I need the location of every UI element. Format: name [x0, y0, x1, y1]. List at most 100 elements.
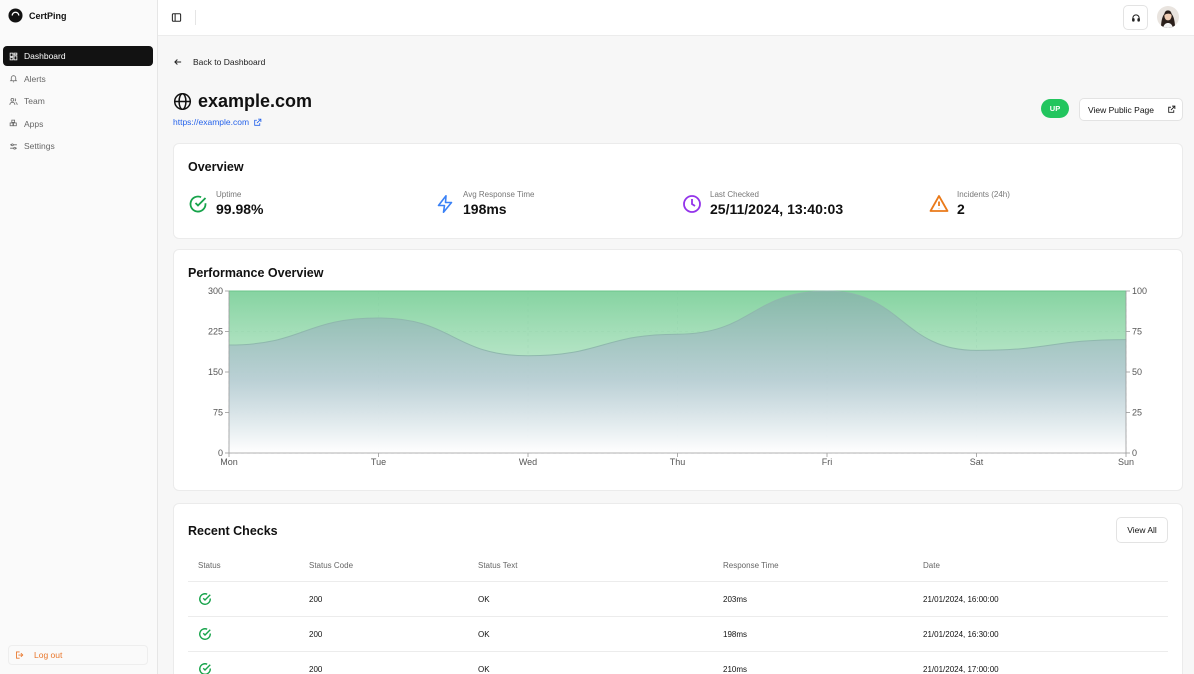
check-circle-icon	[199, 663, 211, 674]
recent-checks-card: Recent Checks View All Status Status Cod…	[173, 503, 1183, 674]
site-title-text: example.com	[198, 91, 313, 111]
sidebar-item-settings[interactable]: Settings	[3, 136, 153, 156]
support-button[interactable]	[1123, 5, 1148, 30]
headset-icon	[1131, 13, 1140, 22]
sidebar-item-label: Settings	[24, 141, 55, 151]
logout-button[interactable]: Log out	[8, 645, 148, 665]
overview-card: Overview Uptime 99.98% Avg Response Time…	[173, 143, 1183, 239]
check-circle-icon	[189, 195, 207, 212]
x-tick-label: Sat	[970, 457, 984, 467]
sidebar-toggle-icon[interactable]	[171, 12, 182, 23]
sidebar-item-label: Dashboard	[24, 51, 66, 61]
status-text: OK	[478, 664, 490, 674]
site-title: example.com	[173, 91, 312, 112]
warning-icon	[929, 194, 949, 212]
check-date: 21/01/2024, 16:30:00	[923, 629, 999, 639]
site-header: example.com https://example.com	[173, 91, 312, 127]
site-url-link[interactable]: https://example.com	[173, 117, 312, 127]
logout-icon	[16, 651, 24, 659]
x-tick-label: Fri	[822, 457, 833, 467]
metric-last-checked: Last Checked 25/11/2024, 13:40:03	[682, 190, 843, 217]
column-header: Status Text	[478, 561, 518, 570]
overview-title: Overview	[188, 160, 244, 174]
sidebar-item-alerts[interactable]: Alerts	[3, 69, 153, 89]
check-circle-icon	[199, 593, 211, 605]
column-header: Status	[198, 561, 221, 570]
globe-icon	[173, 92, 192, 111]
sidebar-item-label: Apps	[24, 118, 44, 129]
status-code: 200	[309, 629, 323, 639]
topbar-divider	[195, 10, 196, 25]
sidebar-nav: Dashboard Alerts Team Apps Settings	[3, 46, 153, 159]
top-bar	[158, 0, 1194, 36]
logo-icon	[8, 8, 23, 23]
y-tick-label-right: 75	[1132, 327, 1142, 337]
y-tick-label-left: 300	[208, 286, 223, 296]
y-tick-label-right: 100	[1132, 286, 1147, 296]
lightning-icon	[437, 194, 453, 213]
metric-label: Avg Response Time	[463, 190, 535, 199]
view-public-page-button[interactable]: View Public Page	[1079, 98, 1183, 121]
check-date: 21/01/2024, 17:00:00	[923, 664, 999, 674]
x-tick-label: Mon	[220, 457, 238, 467]
status-code: 200	[309, 664, 323, 674]
avatar[interactable]	[1157, 6, 1179, 28]
metric-label: Incidents (24h)	[957, 190, 1010, 199]
metric-value: 25/11/2024, 13:40:03	[710, 201, 844, 217]
public-button-label: View Public Page	[1088, 104, 1154, 115]
column-header: Date	[923, 561, 940, 570]
metric-value: 198ms	[463, 201, 507, 217]
performance-chart: 0751502253000255075100Mon Tue Wed Thu Fri Sat…	[208, 286, 1147, 467]
sidebar-item-apps[interactable]: Apps	[3, 114, 153, 134]
users-icon	[9, 97, 18, 105]
column-header: Response Time	[723, 561, 779, 570]
x-tick-label: Tue	[371, 457, 386, 467]
metric-incidents: Incidents (24h) 2	[929, 190, 1010, 217]
arrow-left-icon	[174, 59, 182, 65]
brand-name: CertPing	[29, 10, 67, 21]
performance-card: Performance Overview 0 75 150 225 300 0 25 50 75…	[173, 249, 1183, 491]
metric-avg-response: Avg Response Time 198ms	[435, 190, 534, 217]
response-time: 203ms	[723, 594, 748, 604]
bell-icon	[9, 75, 18, 83]
y-tick-label-right: 25	[1132, 408, 1142, 418]
metric-label: Last Checked	[710, 190, 759, 199]
status-text: OK	[478, 629, 490, 639]
sliders-icon	[10, 143, 17, 149]
site-url-text: https://example.com	[173, 117, 250, 127]
metric-uptime: Uptime 99.98%	[188, 190, 263, 217]
y-tick-label-left: 150	[208, 367, 223, 377]
table-row[interactable]: 200 OK 203ms 21/01/2024, 16:00:00	[188, 582, 1168, 617]
recent-checks-title: Recent Checks	[188, 524, 278, 538]
column-header: Status Code	[309, 561, 354, 570]
sidebar-item-team[interactable]: Team	[3, 91, 153, 111]
clock-icon	[683, 194, 701, 213]
back-to-dashboard-link[interactable]: Back to Dashboard	[173, 57, 265, 67]
sidebar-item-label: Team	[24, 96, 45, 106]
external-link-icon	[254, 118, 262, 126]
sidebar: CertPing Dashboard Alerts Team Apps Sett…	[0, 0, 158, 674]
response-time: 210ms	[723, 664, 748, 674]
brand[interactable]: CertPing	[8, 8, 67, 23]
table-row[interactable]: 200 OK 198ms 21/01/2024, 16:30:00	[188, 617, 1168, 652]
y-tick-label-left: 75	[213, 408, 223, 418]
checks-table: Status Status Code Status Text Response …	[188, 550, 1168, 674]
response-time: 198ms	[723, 629, 748, 639]
status-badge: UP	[1041, 99, 1069, 118]
back-label: Back to Dashboard	[193, 57, 266, 67]
x-tick-label: Wed	[519, 457, 537, 467]
check-circle-icon	[199, 628, 211, 640]
sidebar-item-dashboard[interactable]: Dashboard	[3, 46, 153, 66]
table-row[interactable]: 200 OK 210ms 21/01/2024, 17:00:00	[188, 652, 1168, 674]
external-link-icon	[1168, 105, 1176, 113]
status-code: 200	[309, 594, 323, 604]
metric-value: 99.98%	[216, 201, 264, 217]
logout-label: Log out	[34, 650, 63, 660]
view-all-button[interactable]: View All	[1116, 517, 1168, 543]
avatar-image	[1157, 6, 1179, 28]
sidebar-item-label: Alerts	[24, 73, 46, 84]
table-header: Status Status Code Status Text Response …	[188, 550, 1168, 582]
check-date: 21/01/2024, 16:00:00	[923, 594, 999, 604]
y-tick-label-left: 225	[208, 327, 223, 337]
y-tick-label-right: 50	[1132, 367, 1142, 377]
